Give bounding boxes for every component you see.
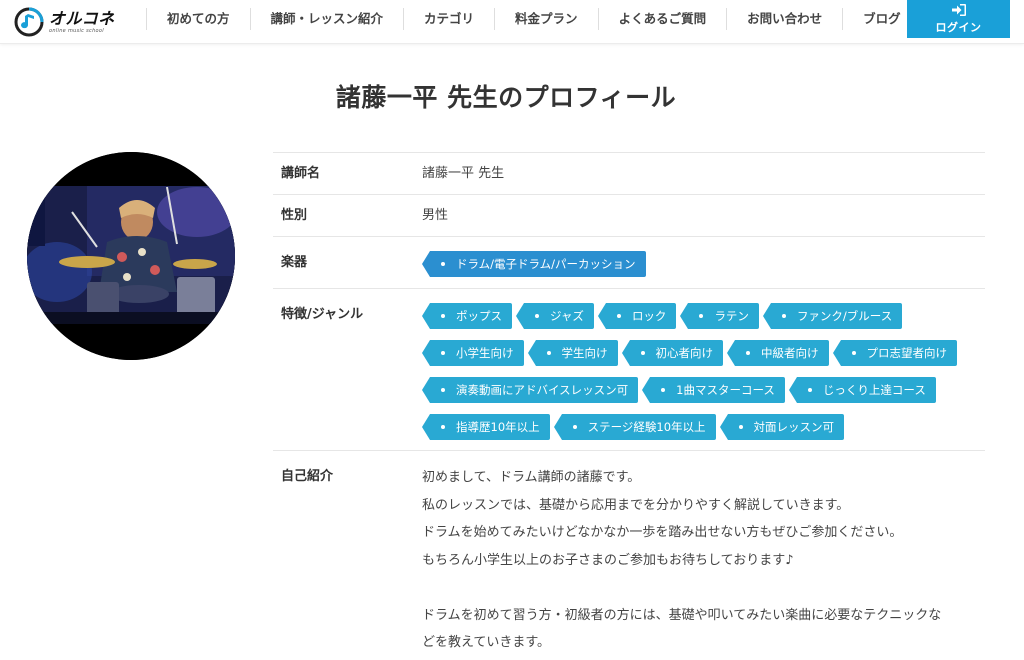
genre-tag[interactable]: 演奏動画にアドバイスレッスン可 — [421, 377, 639, 403]
profile-row-name: 講師名 諸藤一平 先生 — [273, 152, 985, 194]
genre-tag[interactable]: 学生向け — [527, 340, 618, 366]
intro-line: もちろん小学生以上のお子さまのご参加もお待ちしております♪ — [422, 552, 794, 568]
genre-tag[interactable]: 小学生向け — [422, 340, 524, 366]
site-logo[interactable]: オルコネ online music school — [14, 4, 115, 40]
gender-value: 男性 — [422, 208, 449, 223]
profile-row-genre: 特徴/ジャンル ポップス ジャズ ロック ラテン ファンク/ブルース 小学生向け… — [273, 288, 985, 450]
music-note-logo-icon — [14, 7, 44, 37]
profile-row-intro: 自己紹介 初めまして、ドラム講師の諸藤です。 私のレッスンでは、基礎から応用まで… — [273, 450, 985, 660]
intro-line: ドラムを初めて習う方・初級者の方には、基礎や叩いてみたい楽曲に必要なテクニックな — [422, 607, 942, 623]
intro-label: 自己紹介 — [281, 469, 334, 484]
genre-tag[interactable]: プロ志望者向け — [832, 340, 957, 366]
nav-contact[interactable]: お問い合わせ — [726, 8, 842, 30]
genre-tag[interactable]: ステージ経験10年以上 — [553, 414, 716, 440]
login-label: ログイン — [935, 20, 982, 34]
page-title: 諸藤一平 先生のプロフィール — [335, 83, 677, 112]
genre-tag[interactable]: 初心者向け — [621, 340, 723, 366]
instrument-tag[interactable]: ドラム/電子ドラム/パーカッション — [422, 251, 646, 277]
genre-label: 特徴/ジャンル — [281, 307, 364, 322]
genre-tag[interactable]: ロック — [597, 303, 677, 329]
genre-tag[interactable]: 中級者向け — [727, 340, 829, 366]
genre-tag[interactable]: ファンク/ブルース — [762, 303, 903, 329]
intro-line: どを教えていきます。 — [422, 635, 551, 650]
nav-faq[interactable]: よくあるご質問 — [597, 8, 727, 30]
genre-tag[interactable]: 対面レッスン可 — [719, 414, 845, 440]
name-value: 諸藤一平 先生 — [422, 166, 505, 181]
nav-category[interactable]: カテゴリ — [403, 8, 494, 30]
intro-line: 私のレッスンでは、基礎から応用までを分かりやすく解説していきます。 — [422, 497, 850, 513]
logo-subtitle: online music school — [49, 27, 104, 34]
intro-text: 初めまして、ドラム講師の諸藤です。 私のレッスンでは、基礎から応用までを分かりや… — [422, 451, 985, 660]
nav-teachers[interactable]: 講師・レッスン紹介 — [249, 8, 404, 30]
genre-tag-list: ポップス ジャズ ロック ラテン ファンク/ブルース 小学生向け 学生向け 初心… — [421, 303, 982, 451]
logo-name: オルコネ — [49, 8, 115, 28]
profile-row-instrument: 楽器 ドラム/電子ドラム/パーカッション — [273, 236, 985, 288]
intro-line: 初めまして、ドラム講師の諸藤です。 — [422, 470, 641, 485]
profile-table: 講師名 諸藤一平 先生 性別 男性 楽器 ドラム/電子ドラム/パーカッション 特… — [273, 152, 985, 660]
profile-row-gender: 性別 男性 — [273, 194, 985, 236]
genre-tag[interactable]: 指導歴10年以上 — [422, 414, 550, 440]
instrument-label: 楽器 — [281, 255, 308, 270]
main-nav: 初めての方 講師・レッスン紹介 カテゴリ 料金プラン よくあるご質問 お問い合わ… — [146, 8, 922, 30]
nav-pricing[interactable]: 料金プラン — [494, 8, 598, 30]
teacher-avatar — [27, 152, 235, 360]
genre-tag[interactable]: ポップス — [422, 303, 512, 329]
intro-line: ドラムを始めてみたいけどなかなか一歩を踏み出せない方もぜひご参加ください。 — [422, 525, 903, 540]
genre-tag[interactable]: じっくり上達コース — [788, 377, 936, 403]
gender-label: 性別 — [281, 208, 308, 223]
name-label: 講師名 — [281, 166, 321, 181]
sign-in-icon — [951, 3, 966, 16]
site-header: オルコネ online music school 初めての方 講師・レッスン紹介… — [0, 0, 1024, 44]
login-button[interactable]: ログイン — [907, 0, 1010, 38]
intro-blank-line — [422, 574, 985, 602]
genre-tag[interactable]: ラテン — [680, 303, 759, 329]
nav-first-time[interactable]: 初めての方 — [146, 8, 250, 30]
genre-tag[interactable]: 1曲マスターコース — [642, 377, 785, 403]
genre-tag[interactable]: ジャズ — [516, 303, 594, 329]
